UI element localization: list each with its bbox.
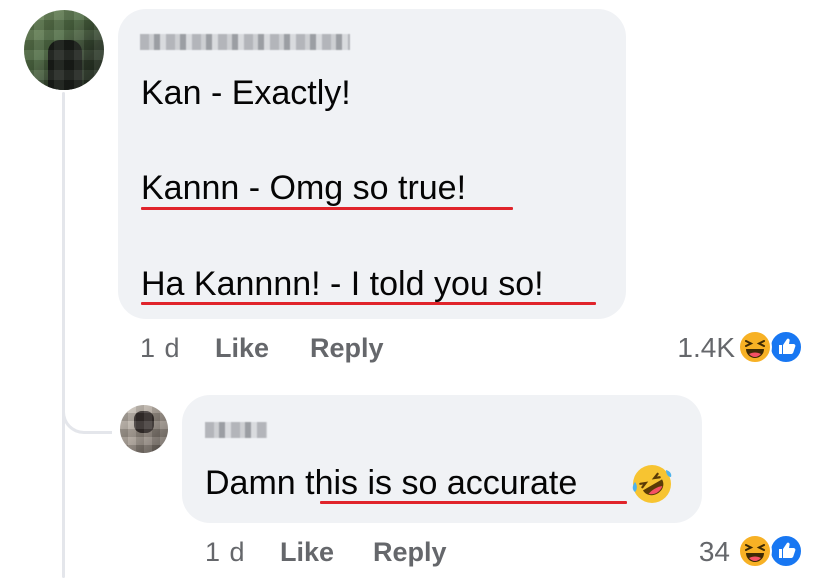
thread-line <box>62 92 65 578</box>
comment-timestamp[interactable]: 1 d <box>140 332 181 364</box>
spellcheck-underline <box>141 207 513 210</box>
comment-line: Ha Kannnn! - I told you so! <box>141 265 544 303</box>
like-icon[interactable] <box>769 534 803 568</box>
like-button[interactable]: Like <box>215 332 269 364</box>
reply-text: Damn this is so accurate <box>205 464 578 502</box>
spellcheck-underline <box>141 302 596 305</box>
rolling-on-floor-laughing-icon <box>632 465 672 503</box>
haha-icon[interactable] <box>738 330 772 364</box>
reply-button[interactable]: Reply <box>373 536 447 568</box>
reply-avatar[interactable] <box>120 405 168 453</box>
spellcheck-underline <box>320 501 627 504</box>
reaction-count[interactable]: 1.4K <box>677 332 735 364</box>
reply-button[interactable]: Reply <box>310 332 384 364</box>
thread-branch-line <box>62 390 112 434</box>
like-button[interactable]: Like <box>280 536 334 568</box>
avatar[interactable] <box>24 10 104 90</box>
reaction-count[interactable]: 34 <box>699 536 730 568</box>
replier-name-redacted[interactable] <box>205 422 267 438</box>
reply-timestamp[interactable]: 1 d <box>205 536 246 568</box>
comment-line: Kannn - Omg so true! <box>141 169 467 207</box>
commenter-name-redacted[interactable] <box>140 34 350 50</box>
avatar-pixelation <box>24 10 104 90</box>
avatar-pixelation <box>120 405 168 453</box>
comment-line: Kan - Exactly! <box>141 74 351 112</box>
like-icon[interactable] <box>769 330 803 364</box>
haha-icon[interactable] <box>738 534 772 568</box>
